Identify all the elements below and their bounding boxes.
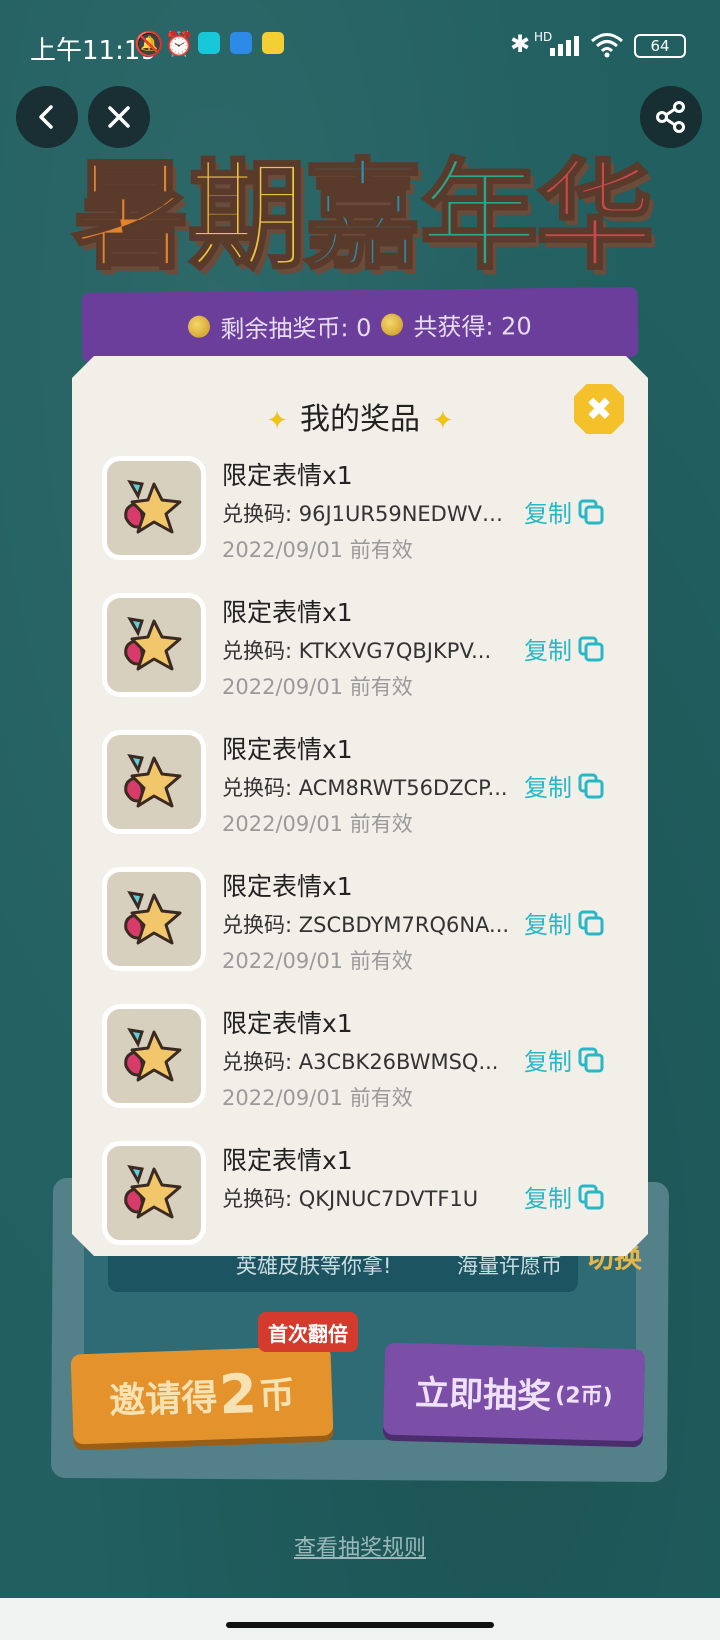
copy-button[interactable]: 复制 [524, 905, 604, 940]
copy-label: 复制 [524, 1048, 572, 1076]
prize-name: 限定表情x1 [222, 461, 353, 490]
alarm-icon: ⏰ [164, 30, 194, 58]
prize-list[interactable]: 限定表情x1 兑换码: 96J1UR59NEDWV1... 2022/09/01… [72, 456, 648, 1256]
prize-thumbnail [102, 1141, 206, 1245]
emoji-sticker-icon [124, 1028, 182, 1082]
home-indicator[interactable] [226, 1622, 494, 1628]
copy-icon [578, 1047, 604, 1072]
total-coins-label: 共获得: 20 [413, 311, 532, 341]
prize-code: 兑换码: QKJNUC7DVTF1U [222, 1187, 479, 1211]
draw-label: 立即抽奖 [414, 1372, 552, 1417]
prize-item: 限定表情x1 兑换码: A3CBK26BWMSQ... 2022/09/01 前… [72, 1004, 648, 1114]
tap-app-icon [198, 32, 220, 54]
close-icon: ✖ [585, 390, 613, 428]
system-nav-bar [0, 1598, 720, 1640]
event-title-logo: 暑 期 嘉 年 华 [40, 120, 680, 290]
bluetooth-icon: ✱ [510, 30, 531, 58]
copy-icon [578, 1184, 604, 1209]
prize-name: 限定表情x1 [222, 872, 353, 901]
draw-now-button[interactable]: 立即抽奖 (2币) [382, 1342, 646, 1442]
rules-link[interactable]: 查看抽奖规则 [0, 1530, 720, 1562]
prize-thumbnail [102, 1004, 206, 1108]
emoji-sticker-icon [124, 1165, 182, 1219]
copy-button[interactable]: 复制 [524, 631, 604, 666]
copy-icon [578, 499, 604, 524]
prize-expiry: 2022/09/01 前有效 [222, 949, 413, 973]
title-char: 华 [535, 145, 656, 286]
copy-label: 复制 [524, 500, 572, 528]
telegram-app-icon [230, 32, 252, 54]
copy-label: 复制 [524, 774, 572, 802]
copy-button[interactable]: 复制 [524, 1179, 604, 1214]
coin-summary-bar: 剩余抽奖币: 0 共获得: 20 [81, 287, 639, 363]
prize-item: 限定表情x1 兑换码: ACM8RWT56DZCP... 2022/09/01 … [72, 730, 648, 840]
prize-name: 限定表情x1 [222, 598, 353, 627]
copy-label: 复制 [524, 911, 572, 939]
emoji-sticker-icon [124, 480, 182, 534]
prize-name: 限定表情x1 [222, 735, 353, 764]
prize-thumbnail [102, 593, 206, 697]
prize-item: 限定表情x1 兑换码: ZSCBDYM7RQ6NA... 2022/09/01 … [72, 867, 648, 977]
invite-button[interactable]: 邀请得 2 币 [70, 1345, 334, 1445]
signal-icon [550, 36, 579, 56]
invite-suffix: 币 [258, 1374, 296, 1418]
modal-title: ✦ 我的奖品 ✦ [72, 394, 648, 438]
title-char: 嘉 [302, 145, 423, 286]
prize-expiry: 2022/09/01 前有效 [222, 538, 413, 562]
prize-item: 限定表情x1 兑换码: QKJNUC7DVTF1U 复制 [72, 1141, 648, 1251]
modal-title-text: 我的奖品 [300, 402, 420, 437]
copy-icon [578, 773, 604, 798]
sparkle-icon: ✦ [432, 406, 454, 436]
emoji-sticker-icon [124, 754, 182, 808]
copy-label: 复制 [524, 637, 572, 665]
sparkle-icon: ✦ [266, 406, 288, 436]
prize-thumbnail [102, 730, 206, 834]
copy-button[interactable]: 复制 [524, 494, 604, 529]
invite-number: 2 [218, 1361, 258, 1426]
copy-button[interactable]: 复制 [524, 1042, 604, 1077]
prize-name: 限定表情x1 [222, 1009, 353, 1038]
prize-code: 兑换码: ACM8RWT56DZCP... [222, 776, 508, 800]
draw-cost: (2币) [554, 1383, 613, 1410]
coin-icon [381, 313, 404, 336]
prize-code: 兑换码: ZSCBDYM7RQ6NA... [222, 913, 510, 937]
game-app-icon [262, 32, 284, 54]
prize-expiry: 2022/09/01 前有效 [222, 675, 413, 699]
status-bar: 上午11:19 🔕 ⏰ ✱ HD 64 [0, 0, 720, 90]
invite-prefix: 邀请得 [108, 1377, 219, 1423]
prize-expiry: 2022/09/01 前有效 [222, 812, 413, 836]
emoji-sticker-icon [124, 617, 182, 671]
wifi-icon [591, 33, 623, 58]
title-char: 期 [186, 145, 307, 286]
remaining-coins-label: 剩余抽奖币: 0 [220, 313, 372, 343]
copy-icon [578, 910, 604, 935]
copy-label: 复制 [524, 1185, 572, 1213]
mute-icon: 🔕 [134, 30, 164, 58]
prize-item: 限定表情x1 兑换码: KTKXVG7QBJKPV... 2022/09/01 … [72, 593, 648, 703]
prize-code: 兑换码: A3CBK26BWMSQ... [222, 1050, 499, 1074]
battery-indicator: 64 [634, 34, 686, 58]
copy-icon [578, 636, 604, 661]
prize-thumbnail [102, 456, 206, 560]
prize-code: 兑换码: 96J1UR59NEDWV1... [222, 502, 514, 526]
title-char: 年 [418, 145, 539, 286]
prize-code: 兑换码: KTKXVG7QBJKPV... [222, 639, 492, 663]
prize-item: 限定表情x1 兑换码: 96J1UR59NEDWV1... 2022/09/01… [72, 456, 648, 566]
title-char: 暑 [70, 145, 191, 286]
double-reward-badge: 首次翻倍 [258, 1312, 358, 1352]
my-prizes-modal: ✦ 我的奖品 ✦ ✖ 限定表情x1 兑换码: 96J1UR59NEDWV1... 2… [72, 356, 648, 1256]
copy-button[interactable]: 复制 [524, 768, 604, 803]
prize-name: 限定表情x1 [222, 1146, 353, 1175]
prize-thumbnail [102, 867, 206, 971]
modal-close-button[interactable]: ✖ [574, 384, 624, 434]
emoji-sticker-icon [124, 891, 182, 945]
coin-icon [188, 315, 211, 338]
prize-expiry: 2022/09/01 前有效 [222, 1086, 413, 1110]
